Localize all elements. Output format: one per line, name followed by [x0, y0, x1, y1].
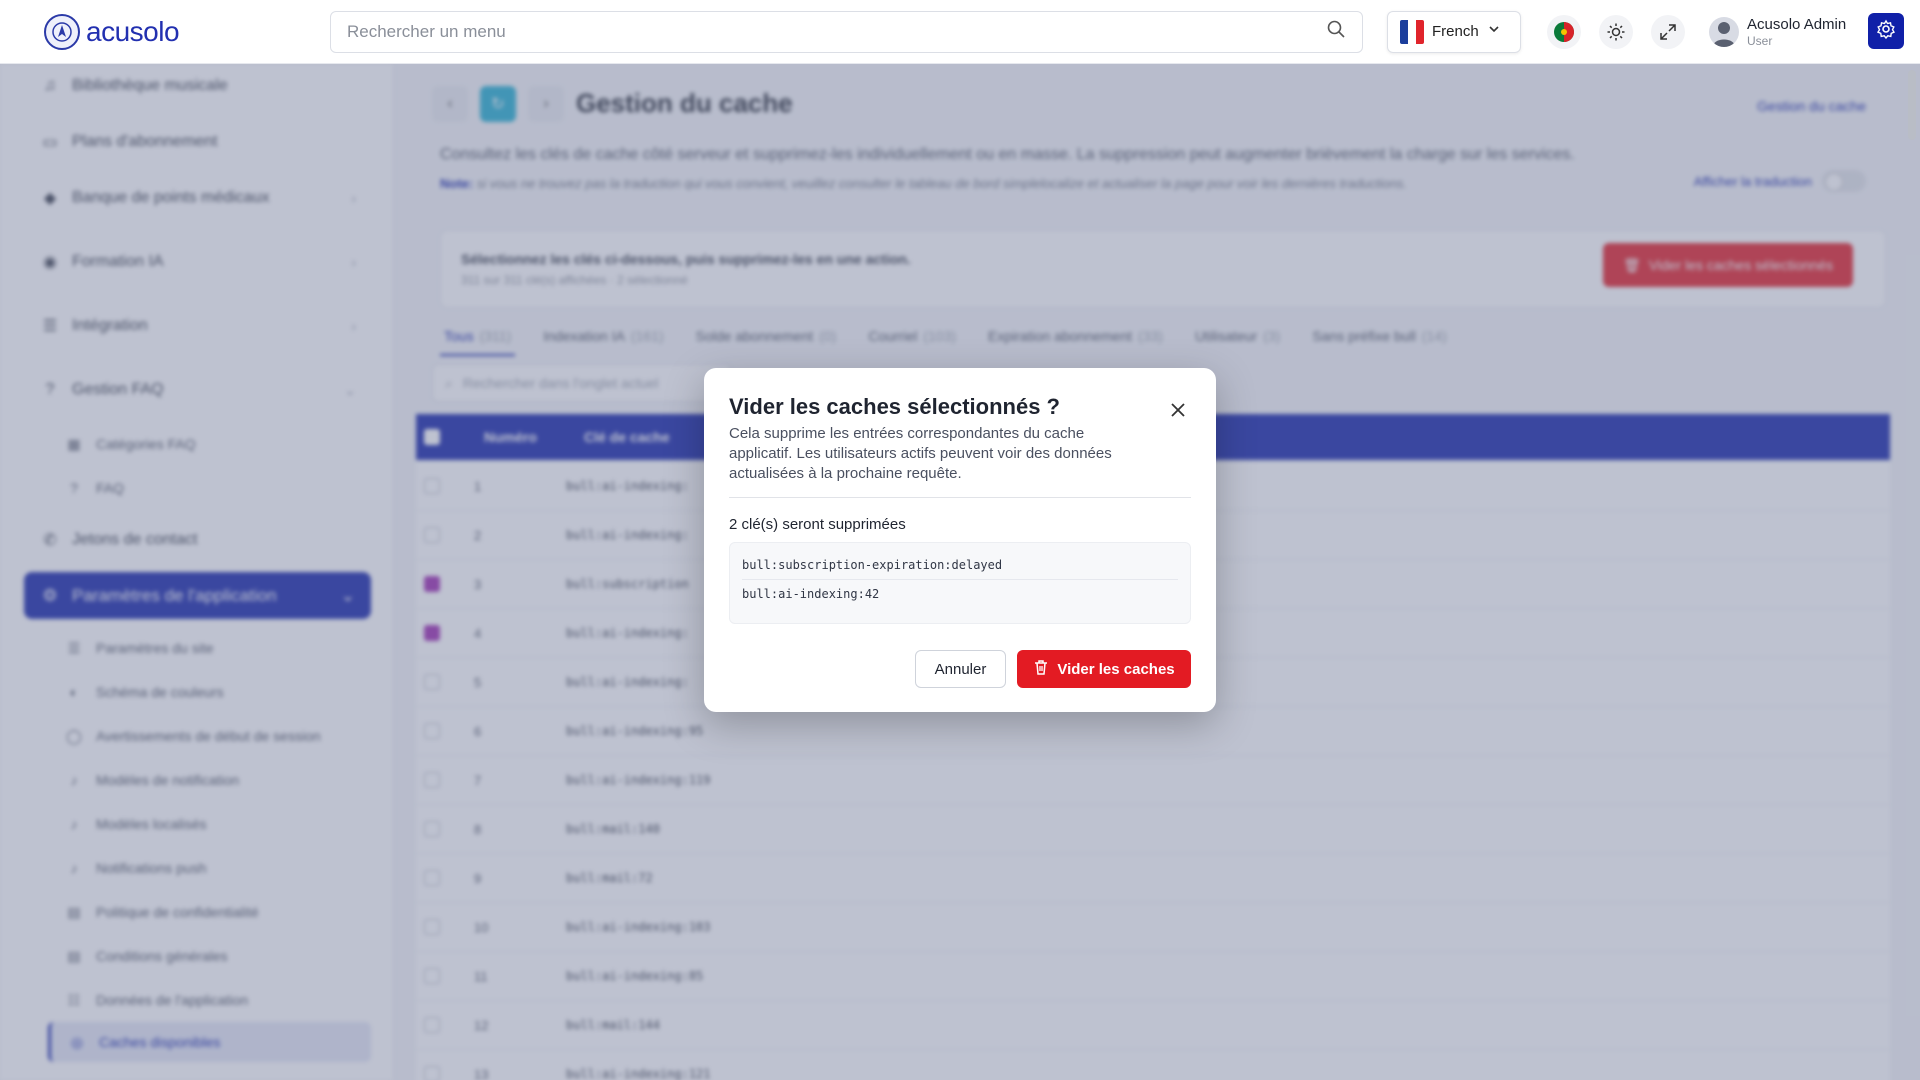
france-flag-icon [1400, 19, 1424, 44]
user-menu[interactable]: Acusolo Admin User [1709, 16, 1846, 48]
language-label: French [1432, 23, 1479, 40]
language-selector[interactable]: French [1387, 10, 1521, 53]
settings-button[interactable] [1868, 13, 1904, 49]
brand-logo[interactable]: acusolo [44, 13, 330, 50]
close-button[interactable] [1166, 400, 1190, 424]
list-item: bull:ai-indexing:42 [742, 587, 880, 601]
search-icon[interactable] [1326, 19, 1346, 44]
clear-cache-dialog: Vider les caches sélectionnés ? Cela sup… [704, 368, 1216, 712]
menu-search[interactable] [330, 10, 1363, 53]
trash-icon [1033, 659, 1049, 679]
dialog-description: Cela supprime les entrées correspondante… [729, 425, 1112, 482]
close-icon [1170, 402, 1186, 423]
user-role: User [1747, 33, 1773, 48]
cancel-button[interactable]: Annuler [915, 650, 1006, 688]
dialog-divider [729, 497, 1191, 498]
page-scrollbar[interactable] [1908, 70, 1916, 140]
dialog-title: Vider les caches sélectionnés ? [729, 394, 1060, 419]
avatar [1709, 16, 1739, 47]
logo-icon [44, 13, 80, 50]
confirm-clear-button[interactable]: Vider les caches [1017, 650, 1191, 688]
gear-icon [1876, 19, 1896, 44]
menu-search-input[interactable] [347, 21, 1297, 42]
theme-toggle-icon[interactable] [1599, 14, 1633, 49]
user-name: Acusolo Admin [1747, 15, 1847, 33]
confirm-label: Vider les caches [1057, 660, 1175, 678]
region-flag-icon[interactable] [1547, 14, 1581, 49]
fullscreen-icon[interactable] [1651, 14, 1685, 49]
brand-name: acusolo [86, 15, 180, 47]
keys-count: 2 clé(s) seront supprimées [729, 516, 906, 533]
chevron-down-icon [1487, 22, 1501, 41]
keys-list: bull:subscription-expiration:delayed bul… [729, 542, 1191, 624]
top-header: acusolo French Acusolo Admin User [0, 0, 1920, 64]
list-item: bull:subscription-expiration:delayed [742, 551, 1178, 580]
